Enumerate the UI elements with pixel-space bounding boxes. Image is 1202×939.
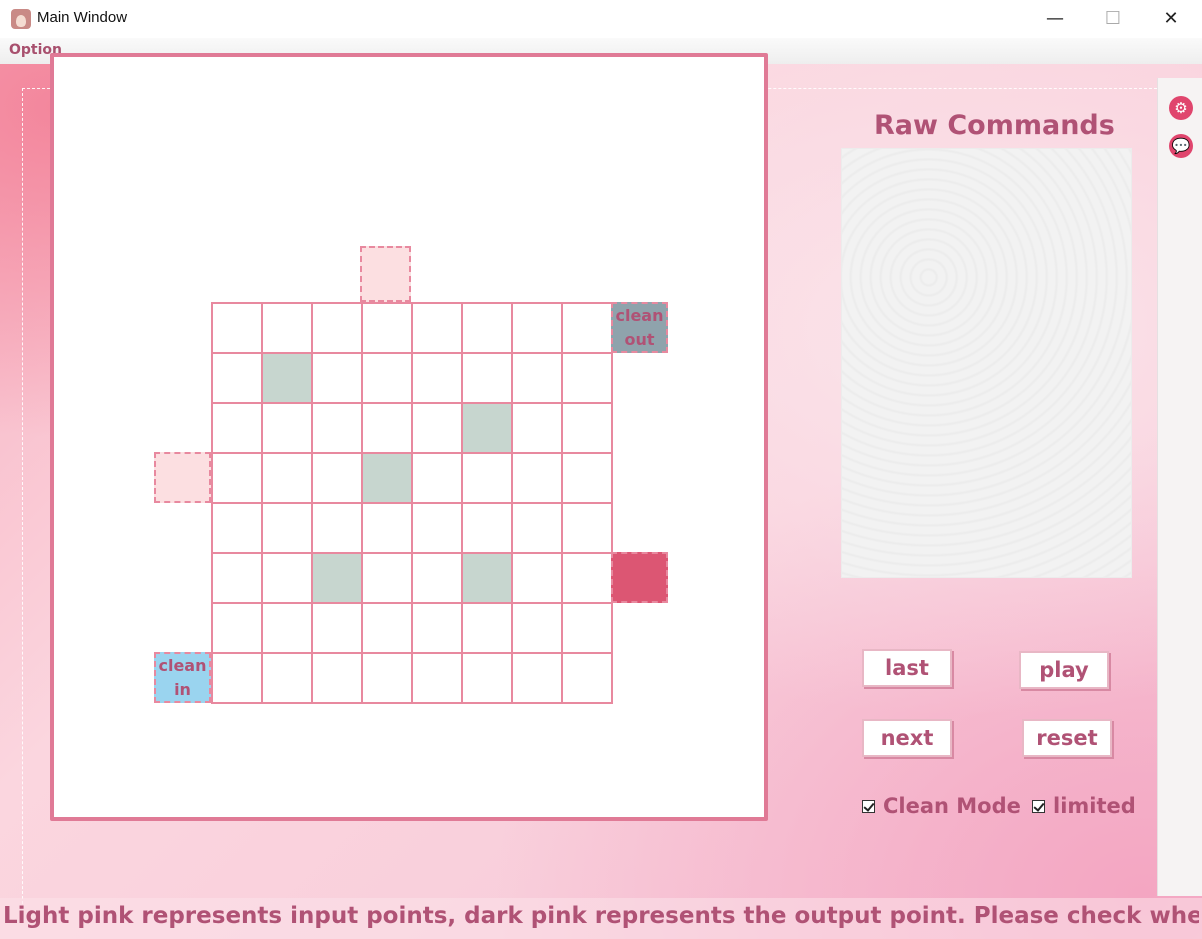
grid-cell[interactable]	[361, 652, 413, 704]
grid-cell[interactable]	[461, 502, 513, 554]
grid-cell[interactable]	[411, 352, 463, 404]
grid-cell[interactable]	[261, 552, 313, 604]
clean-out-port[interactable]: clean out	[611, 302, 668, 353]
grid-cell[interactable]	[261, 652, 313, 704]
grid-cell-blocked[interactable]	[311, 552, 363, 604]
reset-button[interactable]: reset	[1022, 719, 1112, 757]
grid-cell[interactable]	[561, 652, 613, 704]
grid-cell[interactable]	[361, 602, 413, 654]
limited-check-icon[interactable]	[1032, 799, 1045, 813]
grid-cell[interactable]	[261, 452, 313, 504]
maximize-button[interactable]: ☐	[1084, 0, 1142, 38]
grid-cell[interactable]	[411, 302, 463, 354]
grid-cell[interactable]	[561, 402, 613, 454]
clean-mode-label: Clean Mode	[883, 794, 1021, 818]
grid-cell[interactable]	[261, 402, 313, 454]
chat-icon[interactable]: 💬	[1169, 134, 1193, 158]
clean-mode-checkbox[interactable]: Clean Mode	[862, 794, 1021, 818]
grid-cell[interactable]	[211, 402, 263, 454]
input-port-left[interactable]	[154, 452, 211, 503]
grid-cell[interactable]	[511, 302, 563, 354]
grid-cell-blocked[interactable]	[461, 402, 513, 454]
grid-cell[interactable]	[311, 302, 363, 354]
grid-cell[interactable]	[311, 502, 363, 554]
raw-commands-title: Raw Commands	[874, 110, 1115, 141]
grid-cell[interactable]	[511, 352, 563, 404]
grid-cell[interactable]	[511, 402, 563, 454]
grid-cell[interactable]	[361, 302, 413, 354]
next-button[interactable]: next	[862, 719, 952, 757]
grid-cell[interactable]	[211, 652, 263, 704]
grid-cell[interactable]	[261, 502, 313, 554]
grid-cell[interactable]	[211, 602, 263, 654]
grid-cell[interactable]	[561, 502, 613, 554]
grid-cell[interactable]	[411, 502, 463, 554]
window-title: Main Window	[37, 9, 128, 26]
app-icon	[11, 9, 31, 29]
grid-cell[interactable]	[211, 302, 263, 354]
clean-mode-check-icon[interactable]	[862, 799, 875, 813]
grid-cell[interactable]	[361, 402, 413, 454]
grid-cell[interactable]	[411, 452, 463, 504]
limited-checkbox[interactable]: limited	[1032, 794, 1136, 818]
grid-cell[interactable]	[411, 652, 463, 704]
gear-icon[interactable]: ⚙	[1169, 96, 1193, 120]
grid-cell[interactable]	[411, 552, 463, 604]
status-message: Light pink represents input points, dark…	[3, 903, 1199, 929]
minimize-button[interactable]: —	[1026, 0, 1084, 38]
grid-cell[interactable]	[461, 652, 513, 704]
last-button[interactable]: last	[862, 649, 952, 687]
grid-cell[interactable]	[211, 502, 263, 554]
grid-cell[interactable]	[311, 652, 363, 704]
clean-in-label-line2: in	[174, 679, 191, 699]
clean-in-port[interactable]: clean in	[154, 652, 211, 703]
grid-cell[interactable]	[361, 502, 413, 554]
grid-cell[interactable]	[511, 652, 563, 704]
grid-cell[interactable]	[411, 602, 463, 654]
raw-commands-box[interactable]	[841, 148, 1132, 578]
grid-cell[interactable]	[411, 402, 463, 454]
grid-cell[interactable]	[561, 602, 613, 654]
grid-cell[interactable]	[361, 552, 413, 604]
grid-cell[interactable]	[311, 352, 363, 404]
grid-cell[interactable]	[461, 602, 513, 654]
input-port-top[interactable]	[360, 246, 411, 302]
grid-cell[interactable]	[261, 602, 313, 654]
play-button[interactable]: play	[1019, 651, 1109, 689]
grid-cell[interactable]	[211, 552, 263, 604]
grid-cell[interactable]	[311, 602, 363, 654]
grid-cell[interactable]	[511, 502, 563, 554]
title-bar: Main Window — ☐ ✕	[0, 0, 1202, 39]
grid-cell[interactable]	[211, 452, 263, 504]
grid-cell[interactable]	[461, 352, 513, 404]
grid-cell[interactable]	[561, 302, 613, 354]
grid-cell[interactable]	[511, 602, 563, 654]
grid-cell[interactable]	[311, 452, 363, 504]
clean-in-label-line1: clean	[158, 655, 207, 675]
close-button[interactable]: ✕	[1142, 0, 1200, 38]
grid-cell[interactable]	[561, 352, 613, 404]
grid-cell[interactable]	[461, 302, 513, 354]
output-port-right[interactable]	[611, 552, 668, 603]
grid-cell[interactable]	[361, 352, 413, 404]
side-strip: ⚙ 💬	[1157, 78, 1202, 896]
grid-cell[interactable]	[561, 452, 613, 504]
grid-cell-blocked[interactable]	[361, 452, 413, 504]
grid-cell-blocked[interactable]	[461, 552, 513, 604]
grid-cell[interactable]	[461, 452, 513, 504]
clean-out-label-line1: clean	[615, 305, 664, 325]
limited-label: limited	[1053, 794, 1136, 818]
grid-cell[interactable]	[261, 302, 313, 354]
grid-cell[interactable]	[211, 352, 263, 404]
grid-cell[interactable]	[511, 552, 563, 604]
grid-cell[interactable]	[511, 452, 563, 504]
clean-out-label-line2: out	[624, 329, 655, 349]
grid-cell-blocked[interactable]	[261, 352, 313, 404]
grid-cell[interactable]	[311, 402, 363, 454]
grid-cell[interactable]	[561, 552, 613, 604]
